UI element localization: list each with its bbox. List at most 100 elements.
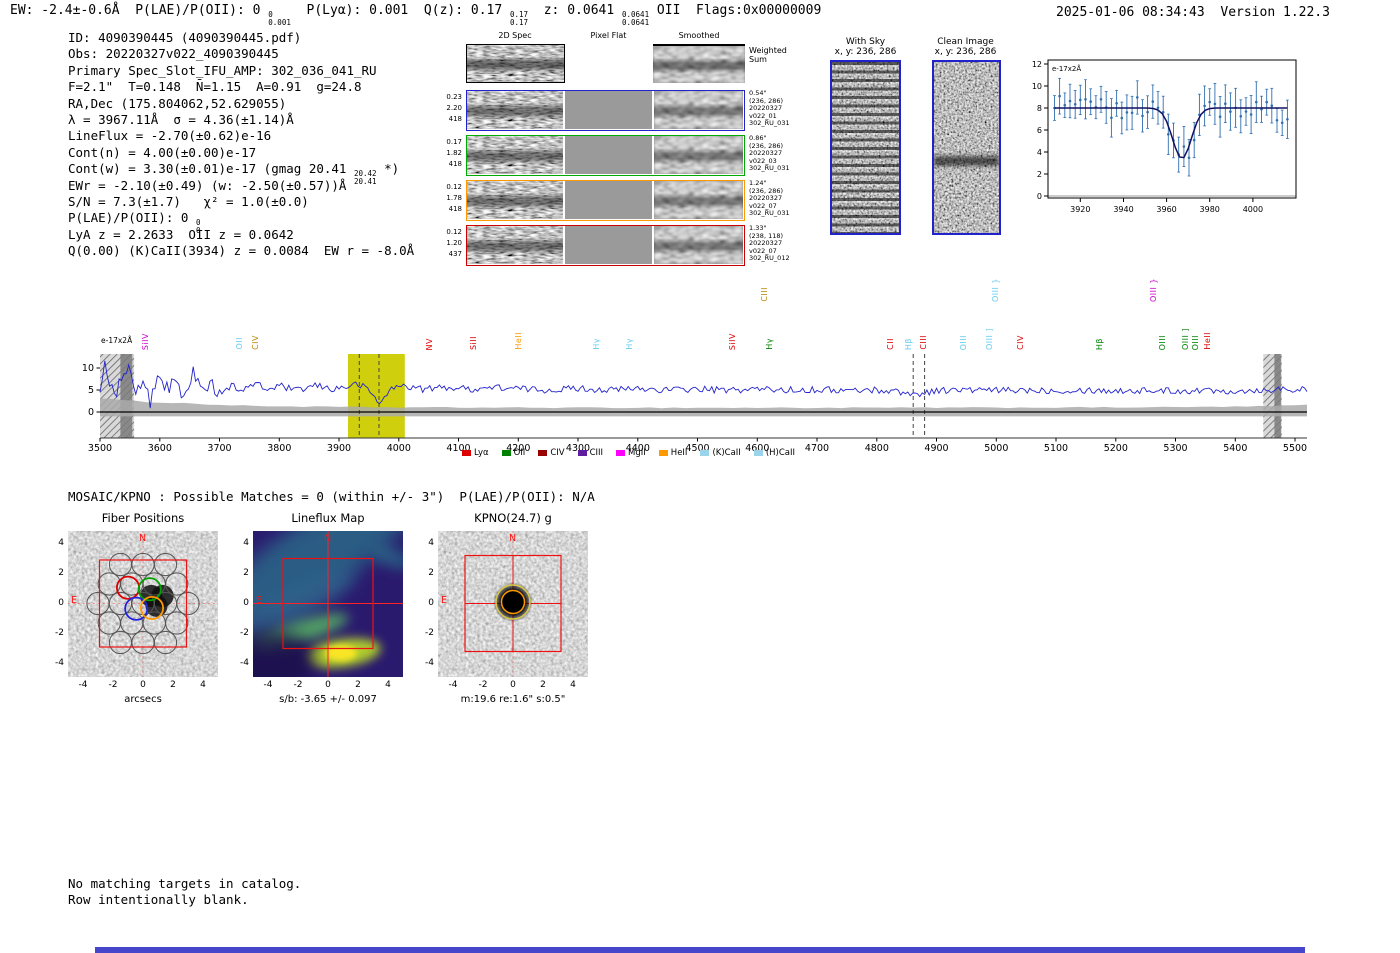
line-label: OIII ]: [985, 327, 995, 350]
text-run: S/N = 7.3(±1.7) χ² = 1.0(±0.0): [68, 193, 309, 209]
kpno-image-panel: NE: [438, 531, 588, 677]
stacked-value: 0 0.001: [268, 11, 291, 26]
text-run: λ = 3967.11Å σ = 4.36(±1.14)Å: [68, 111, 294, 127]
line-label: CIII: [919, 335, 929, 350]
fiber-circle: [108, 552, 133, 577]
cutout-x-tick-label: -2: [108, 680, 118, 690]
legend-swatch: [462, 450, 471, 456]
withsky-image: [830, 60, 901, 235]
spec2d-row: [466, 180, 745, 221]
info-line: S/N = 7.3(±1.7) χ² = 1.0(±0.0): [68, 194, 414, 210]
text-run: ID: 4090390445 (4090390445.pdf): [68, 30, 302, 45]
line-label: Hγ: [624, 338, 634, 350]
legend-label: HeII: [670, 448, 688, 458]
fiber-positions-panel: NE: [68, 531, 218, 677]
cutout-y-tick-label: -4: [425, 657, 434, 668]
text-run: F=2.1" T=0.148 N̄=1.15 A=0.91 g=24.8: [68, 79, 362, 95]
x-tick-label: 3960: [1156, 205, 1176, 214]
dark-streak-overlay: [467, 45, 564, 82]
x-tick-label: 5300: [1163, 443, 1187, 454]
cutout-x-tick-label: -4: [263, 680, 273, 690]
text-run: LineFlux = -2.70(±0.62)e-16: [68, 128, 272, 144]
line-label: OIII: [958, 334, 968, 350]
east-label: E: [441, 595, 448, 606]
data-point: [1068, 99, 1072, 103]
spectrum-svg: 3500 3600 3700 3800 3900 4000 4100 4200 4300 4400…: [82, 354, 1308, 454]
right-label: 302_RU_012: [749, 254, 790, 263]
withsky-coords: x, y: 236, 286: [834, 47, 897, 57]
text-run: P(LAE)/P(OII): 0: [68, 210, 196, 226]
cutout-x-tick-label: 2: [540, 680, 546, 690]
legend-label: OII: [513, 448, 526, 458]
legend-label: CIII: [589, 448, 604, 458]
stacked-value: 0.0641 0.0641: [622, 11, 649, 26]
spec2d-row-right-labels: 1.24" (236, 286) 20220327 v022_07 302_RU_031: [749, 179, 809, 218]
data-point: [1218, 115, 1222, 118]
left-label: 0.12: [446, 228, 462, 236]
x-tick-label: 3800: [267, 443, 291, 454]
data-point: [1182, 145, 1186, 148]
dark-streak-overlay: [467, 91, 563, 129]
line-label: Hβ: [1095, 337, 1104, 350]
line-label: OIII: [1190, 334, 1200, 350]
data-point: [1213, 102, 1217, 106]
x-tick-label: 4000: [1243, 205, 1263, 214]
x-tick-label: 5400: [1223, 443, 1247, 454]
cutout-x-tick-label: -2: [293, 680, 303, 690]
elixer-report-page: EW: -2.4±-0.6Å P(LAE)/P(OII): 0 0 0.001 P…: [0, 0, 1400, 953]
x-tick-label: 4900: [924, 443, 948, 454]
info-line: RA,Dec (175.804062,52.629055): [68, 96, 414, 112]
line-label: CII: [885, 338, 895, 350]
y-tick-label: 0: [88, 407, 94, 418]
line-label: NV: [424, 337, 434, 350]
north-label: N: [139, 533, 147, 544]
line-label: OIII ]: [1181, 327, 1191, 350]
cutout-title-kpno: KPNO(24.7) g: [474, 511, 552, 525]
text-run: Cont(w) = 3.30(±0.01)e-17 (gmag 20.41: [68, 161, 354, 177]
legend-label: Lyα: [474, 448, 489, 458]
line-label: CIV: [1016, 335, 1026, 350]
dark-streak-overlay: [654, 181, 743, 219]
cutout-y-tick-label: 4: [428, 537, 434, 548]
dark-streak-overlay: [654, 226, 743, 264]
legend-label: CIV: [550, 448, 565, 458]
y-tick-label: 10: [82, 363, 94, 374]
legend-label: (H)CaII: [765, 448, 795, 458]
y-tick-label: 4: [1037, 148, 1042, 157]
y-tick-label: 10: [1032, 82, 1042, 91]
line-label: OII: [235, 337, 245, 350]
spec2d-row-left-labels: 0.23 2.20 418: [436, 92, 462, 125]
legend-item: Lyα: [462, 448, 489, 458]
legend-item: (H)CaII: [753, 448, 795, 458]
full-spectrum-plot: 3500 3600 3700 3800 3900 4000 4100 4200 4300 4400…: [70, 344, 1310, 462]
left-label: 2.20: [446, 104, 462, 112]
data-point: [1239, 115, 1243, 118]
cutout-x-tick-label: 4: [570, 680, 576, 690]
left-label: 1.20: [446, 239, 462, 247]
info-line: Cont(w) = 3.30(±0.01)e-17 (gmag 20.41 20…: [68, 161, 414, 185]
cutout-y-tick-label: 4: [58, 537, 64, 548]
masked-band-solid: [120, 354, 133, 438]
data-point: [1130, 111, 1134, 115]
legend-swatch: [753, 450, 763, 456]
right-label: 302_RU_031: [749, 164, 790, 173]
cutout-title-flux: Lineflux Map: [291, 511, 365, 525]
legend-item: HeII: [658, 448, 688, 458]
stacked-value: 0.17 0.17: [510, 11, 528, 26]
cutout-y-tick-label: 4: [243, 537, 249, 548]
legend-swatch: [501, 450, 511, 456]
footer-notes: No matching targets in catalog. Row inten…: [68, 876, 301, 907]
info-line: P(LAE)/P(OII): 0 00: [68, 210, 414, 234]
cutout-y-tick-label: -2: [425, 627, 434, 638]
noise-svg: [934, 62, 999, 233]
dark-streak-overlay: [653, 46, 745, 83]
data-point: [1141, 114, 1144, 118]
weighted-sum-line1: Weighted: [749, 46, 787, 55]
spec2d-weighted-smoothed: [653, 44, 745, 83]
info-line: LyA z = 2.2633 OII z = 0.0642: [68, 227, 414, 243]
fiber-circle: [165, 572, 189, 596]
zoom-ylabel: e-17x2Å: [1052, 64, 1081, 73]
cutout-x-tick-label: -4: [448, 680, 458, 690]
info-line: Q(0.00) (K)CaII(3934) z = 0.0084 EW r = …: [68, 243, 414, 259]
data-point: [1120, 116, 1124, 120]
